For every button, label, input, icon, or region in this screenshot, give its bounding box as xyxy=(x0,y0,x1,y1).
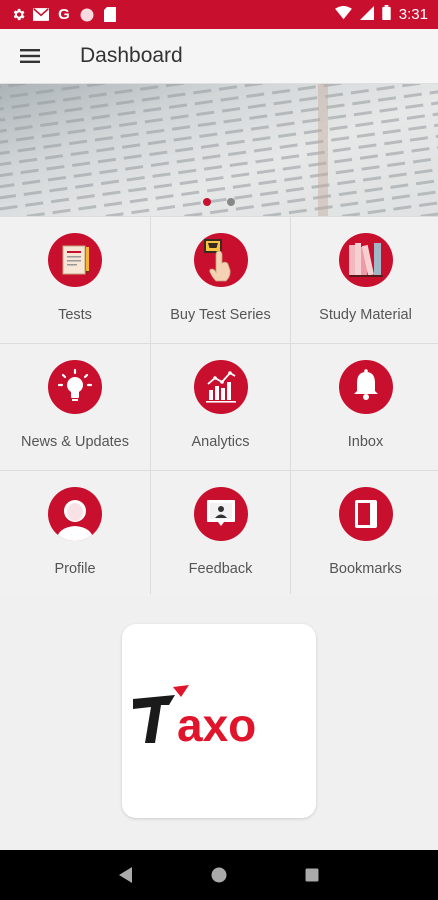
status-bar: G 3:31 xyxy=(0,0,438,29)
books-icon xyxy=(338,233,393,287)
menu-button[interactable] xyxy=(0,29,60,84)
tile-profile[interactable]: Profile xyxy=(0,471,150,597)
settings-icon xyxy=(10,7,26,23)
profile-icon xyxy=(48,487,102,541)
back-button[interactable] xyxy=(111,860,141,890)
wifi-icon xyxy=(334,5,352,24)
status-right-icons: 3:31 xyxy=(334,5,428,24)
document-icon xyxy=(48,233,102,287)
feedback-icon xyxy=(193,487,248,541)
status-left-icons: G xyxy=(10,6,118,23)
tile-inbox[interactable]: Inbox xyxy=(291,344,438,470)
tile-label: Analytics xyxy=(191,434,250,450)
tile-label: Tests xyxy=(58,307,92,323)
cart-tap-icon xyxy=(193,233,248,287)
tile-label: Bookmarks xyxy=(329,561,402,577)
logo-text: axo xyxy=(177,699,256,751)
bookmark-icon xyxy=(338,487,393,541)
home-button[interactable] xyxy=(204,860,234,890)
app-bar: Dashboard xyxy=(0,29,438,84)
tile-bookmarks[interactable]: Bookmarks xyxy=(291,471,438,597)
tile-label: Study Material xyxy=(319,307,412,323)
tile-label: Feedback xyxy=(188,561,253,577)
banner-carousel[interactable] xyxy=(0,84,438,216)
system-nav-bar xyxy=(0,850,438,900)
bell-icon xyxy=(338,360,393,414)
tile-label: Buy Test Series xyxy=(170,307,271,323)
recents-icon xyxy=(305,868,319,882)
tile-label: News & Updates xyxy=(21,434,129,450)
banner-image xyxy=(0,84,438,216)
tile-analytics[interactable]: Analytics xyxy=(151,344,290,470)
home-icon xyxy=(211,867,227,883)
google-icon: G xyxy=(58,6,70,23)
analytics-icon xyxy=(193,360,248,414)
carousel-dot-2[interactable] xyxy=(227,198,235,206)
recents-button[interactable] xyxy=(297,860,327,890)
tile-tests[interactable]: Tests xyxy=(0,217,150,343)
sd-card-icon xyxy=(102,7,118,23)
status-time: 3:31 xyxy=(398,6,428,23)
lightbulb-icon xyxy=(48,360,102,414)
carousel-dot-1[interactable] xyxy=(203,198,211,206)
carousel-indicator xyxy=(0,198,438,206)
tile-news-updates[interactable]: News & Updates xyxy=(0,344,150,470)
tile-feedback[interactable]: Feedback xyxy=(151,471,290,597)
tile-study-material[interactable]: Study Material xyxy=(291,217,438,343)
back-icon xyxy=(119,867,133,883)
tile-buy-test-series[interactable]: Buy Test Series xyxy=(151,217,290,343)
record-icon xyxy=(79,7,95,23)
taxo-logo: axo xyxy=(133,685,256,751)
page-title: Dashboard xyxy=(80,44,183,67)
hamburger-icon xyxy=(20,49,40,63)
mail-icon xyxy=(33,7,49,23)
dashboard-grid: Tests Buy Test Series Study Material New… xyxy=(0,216,438,597)
logo-card: axo xyxy=(122,624,316,818)
tile-label: Inbox xyxy=(347,434,384,450)
signal-icon xyxy=(359,5,374,24)
tile-label: Profile xyxy=(54,561,96,577)
battery-icon xyxy=(382,5,391,24)
